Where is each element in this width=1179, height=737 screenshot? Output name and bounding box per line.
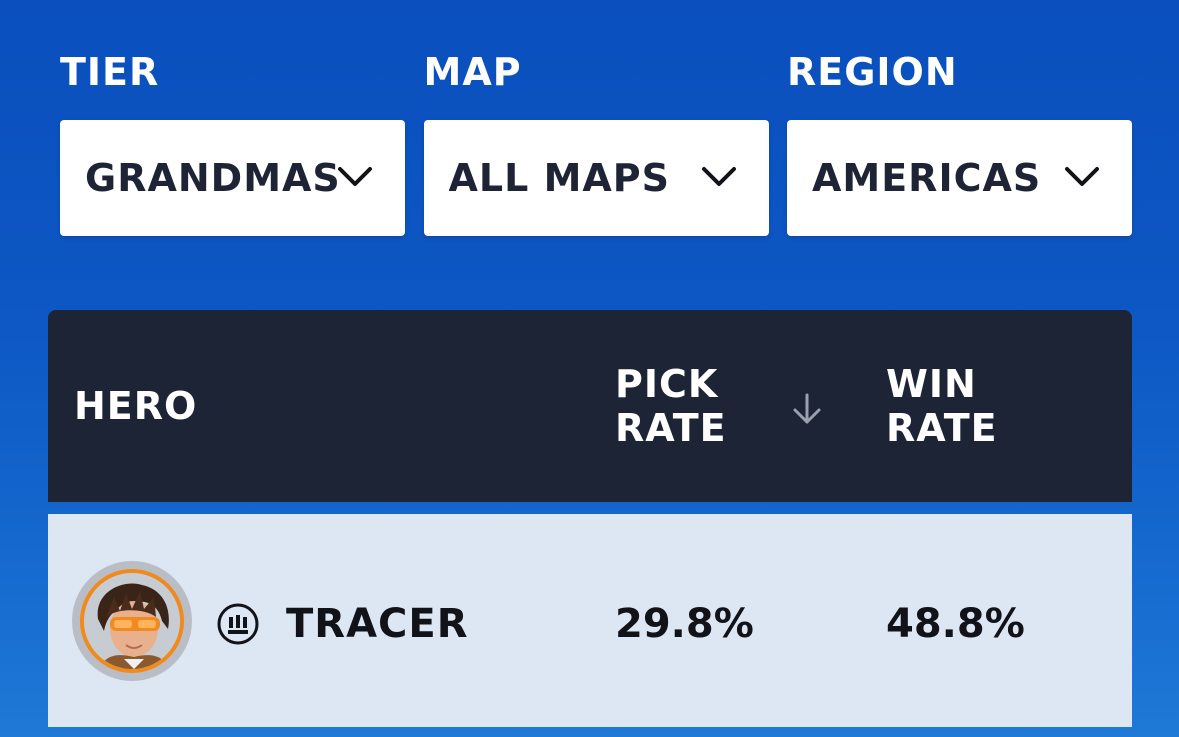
win-rate-column-header[interactable]: WIN RATE xyxy=(886,362,1046,450)
chevron-down-icon xyxy=(701,167,736,186)
pick-rate-header-line1: PICK xyxy=(615,362,719,406)
tier-value: GRANDMASTER xyxy=(85,156,340,200)
hero-name: TRACER xyxy=(286,601,469,647)
tracer-portrait xyxy=(80,569,184,673)
map-select[interactable]: ALL MAPS xyxy=(423,120,769,236)
region-filter: REGION AMERICAS xyxy=(787,48,1132,236)
hero-stats-table: HERO PICK RATE WIN RATE TRACER 29.8% 48.… xyxy=(48,310,1132,727)
tier-select[interactable]: GRANDMASTER xyxy=(60,120,405,236)
tier-label: TIER xyxy=(60,50,160,94)
table-header: HERO PICK RATE WIN RATE xyxy=(48,310,1132,502)
arrow-down-icon[interactable] xyxy=(790,392,824,426)
region-select[interactable]: AMERICAS xyxy=(787,120,1132,236)
hero-column-header: HERO xyxy=(74,384,198,428)
damage-role-icon xyxy=(217,603,259,645)
map-value: ALL MAPS xyxy=(448,156,671,200)
map-filter: MAP ALL MAPS xyxy=(423,48,769,236)
win-rate-header-line2: RATE xyxy=(886,406,998,450)
filters-bar: TIER GRANDMASTER MAP ALL MAPS REGION AME… xyxy=(60,48,1132,236)
table-row[interactable]: TRACER 29.8% 48.8% xyxy=(48,514,1132,727)
chevron-down-icon xyxy=(338,167,372,186)
chevron-down-icon xyxy=(1065,167,1099,186)
pick-rate-column-header[interactable]: PICK RATE xyxy=(615,362,775,450)
pick-rate-value: 29.8% xyxy=(615,601,754,647)
region-label: REGION xyxy=(787,50,958,94)
pick-rate-header-line2: RATE xyxy=(615,406,727,450)
win-rate-header-line1: WIN xyxy=(886,362,977,406)
tier-filter: TIER GRANDMASTER xyxy=(60,48,405,236)
region-value: AMERICAS xyxy=(812,156,1042,200)
win-rate-value: 48.8% xyxy=(886,601,1025,647)
hero-avatar xyxy=(72,561,192,681)
map-label: MAP xyxy=(423,50,522,94)
